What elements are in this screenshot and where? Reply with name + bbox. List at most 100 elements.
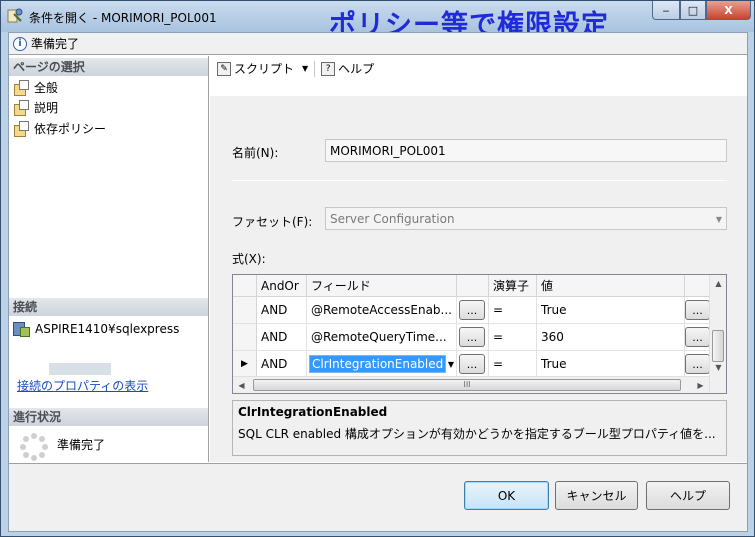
ok-button[interactable]: OK (464, 481, 549, 510)
value-cell[interactable]: True (537, 297, 685, 324)
dialog-window: 条件を開く - MORIMORI_POL001 ポリシー等で権限設定 ‒ □ X… (0, 0, 755, 537)
grid-header-field: フィールド (307, 275, 457, 297)
policy-icon (7, 8, 23, 23)
grid-header-button2 (685, 275, 711, 297)
name-label: 名前(N): (232, 146, 279, 160)
chevron-down-icon: ▼ (715, 215, 722, 224)
help-icon: ? (321, 61, 336, 76)
chevron-down-icon[interactable]: ▼ (302, 64, 308, 73)
value-button-cell: ... (685, 324, 711, 351)
name-field[interactable]: MORIMORI_POL001 (325, 139, 727, 162)
title-bar[interactable]: 条件を開く - MORIMORI_POL001 ポリシー等で権限設定 ‒ □ X (1, 1, 754, 41)
horizontal-scrollbar[interactable]: ◀ III ▶ (233, 376, 709, 393)
page-icon (13, 121, 29, 137)
scroll-left-icon[interactable]: ◀ (233, 377, 250, 393)
minimize-button[interactable]: ‒ (652, 1, 680, 20)
field-edit-value[interactable]: ClrIntegrationEnabled (309, 355, 447, 373)
table-row-selected[interactable]: ▶ AND ClrIntegrationEnabled ▼ ... = True… (233, 351, 711, 378)
facet-select[interactable]: Server Configuration ▼ (325, 207, 727, 230)
page-select-header: ページの選択 (9, 58, 208, 76)
table-row[interactable]: AND @RemoteAccessEnab... ... = True ... (233, 297, 711, 324)
blurred-user (49, 363, 111, 375)
current-row-arrow-icon[interactable]: ▶ (233, 351, 257, 378)
field-ellipsis-button[interactable]: ... (459, 354, 485, 374)
andor-cell[interactable]: AND (257, 297, 307, 324)
value-button-cell: ... (685, 297, 711, 324)
script-icon: ✎ (217, 61, 231, 76)
progress-header: 進行状況 (9, 408, 208, 426)
progress-status: 準備完了 (57, 438, 106, 452)
page-item-label: 全般 (34, 81, 59, 95)
field-edit-cell[interactable]: ClrIntegrationEnabled ▼ (307, 351, 457, 378)
expression-grid: AndOr フィールド 演算子 値 AND @RemoteAccessEnab.… (232, 274, 727, 394)
connection-properties-link[interactable]: 接続のプロパティの表示 (17, 377, 148, 394)
server-item: ASPIRE1410¥sqlexpress (13, 322, 180, 337)
field-ellipsis-button[interactable]: ... (459, 327, 485, 347)
vertical-scroll-thumb[interactable] (712, 330, 724, 362)
facet-label: ファセット(F): (232, 215, 313, 229)
andor-cell[interactable]: AND (257, 324, 307, 351)
chevron-down-icon[interactable]: ▼ (448, 360, 454, 369)
field-button-cell: ... (457, 351, 489, 378)
server-icon (13, 322, 30, 337)
page-item-label: 説明 (34, 101, 59, 115)
scroll-down-icon[interactable]: ▼ (710, 359, 726, 376)
grid-header-button (457, 275, 489, 297)
andor-cell[interactable]: AND (257, 351, 307, 378)
form-area: 名前(N): MORIMORI_POL001 ファセット(F): Server … (210, 96, 747, 462)
value-ellipsis-button[interactable]: ... (685, 354, 710, 374)
help-button[interactable]: ヘルプ (646, 481, 730, 510)
help-toolbar-button[interactable]: ? ヘルプ (318, 58, 377, 79)
page-item-label: 依存ポリシー (34, 122, 107, 136)
left-pane: ページの選択 全般 説明 依存ポリシー 接続 ASPIRE1410¥sqlexp… (9, 56, 209, 462)
server-name: ASPIRE1410¥sqlexpress (35, 322, 180, 336)
connection-header: 接続 (9, 298, 208, 316)
value-ellipsis-button[interactable]: ... (685, 327, 710, 347)
operator-cell[interactable]: = (489, 297, 537, 324)
cancel-button[interactable]: キャンセル (555, 481, 638, 510)
page-icon (13, 100, 29, 116)
right-pane: ✎ スクリプト ▼ ? ヘルプ 名前(N): MORIMORI_POL001 フ… (210, 56, 747, 462)
operator-cell[interactable]: = (489, 324, 537, 351)
grid-header-operator: 演算子 (489, 275, 537, 297)
expression-label: 式(X): (232, 252, 266, 266)
table-row[interactable]: AND @RemoteQueryTime... ... = 360 ... (233, 324, 711, 351)
vertical-scrollbar[interactable]: ▲ ▼ (709, 275, 726, 393)
horizontal-scroll-thumb[interactable]: III (253, 379, 681, 391)
script-button[interactable]: ✎ スクリプト ▼ (214, 58, 311, 79)
operator-cell[interactable]: = (489, 351, 537, 378)
grid-header: AndOr フィールド 演算子 値 (233, 275, 711, 297)
help-label: ヘルプ (338, 62, 375, 76)
window-title: 条件を開く - MORIMORI_POL001 (29, 11, 217, 25)
row-selector[interactable] (233, 324, 257, 351)
field-button-cell: ... (457, 324, 489, 351)
description-title: ClrIntegrationEnabled (238, 405, 388, 419)
dialog-footer: OK キャンセル ヘルプ (9, 463, 747, 531)
close-button[interactable]: X (706, 1, 751, 20)
value-cell[interactable]: True (537, 351, 685, 378)
grid-header-andor: AndOr (257, 275, 307, 297)
page-item-dependent-policies[interactable]: 依存ポリシー (13, 120, 106, 137)
dialog-body: i 準備完了 ページの選択 全般 説明 依存ポリシー 接続 ASPIRE1410… (8, 32, 748, 532)
page-icon (13, 80, 29, 96)
field-ellipsis-button[interactable]: ... (459, 300, 485, 320)
page-item-general[interactable]: 全般 (13, 79, 58, 96)
page-item-description[interactable]: 説明 (13, 99, 58, 116)
grid-header-selector (233, 275, 257, 297)
value-cell[interactable]: 360 (537, 324, 685, 351)
description-text: SQL CLR enabled 構成オプションが有効かどうかを指定するブール型プ… (238, 427, 716, 441)
toolbar: ✎ スクリプト ▼ ? ヘルプ (210, 56, 747, 81)
maximize-button[interactable]: □ (680, 1, 706, 20)
row-selector[interactable] (233, 297, 257, 324)
status-text: 準備完了 (31, 37, 80, 51)
field-cell[interactable]: @RemoteQueryTime... (307, 324, 457, 351)
toolbar-separator (314, 60, 316, 77)
scroll-right-icon[interactable]: ▶ (692, 377, 709, 393)
field-cell[interactable]: @RemoteAccessEnab... (307, 297, 457, 324)
scroll-up-icon[interactable]: ▲ (710, 275, 726, 292)
status-bar: i 準備完了 (9, 33, 747, 55)
value-ellipsis-button[interactable]: ... (685, 300, 710, 320)
info-icon: i (13, 36, 27, 51)
divider (232, 180, 727, 181)
description-panel: ClrIntegrationEnabled SQL CLR enabled 構成… (232, 400, 727, 456)
